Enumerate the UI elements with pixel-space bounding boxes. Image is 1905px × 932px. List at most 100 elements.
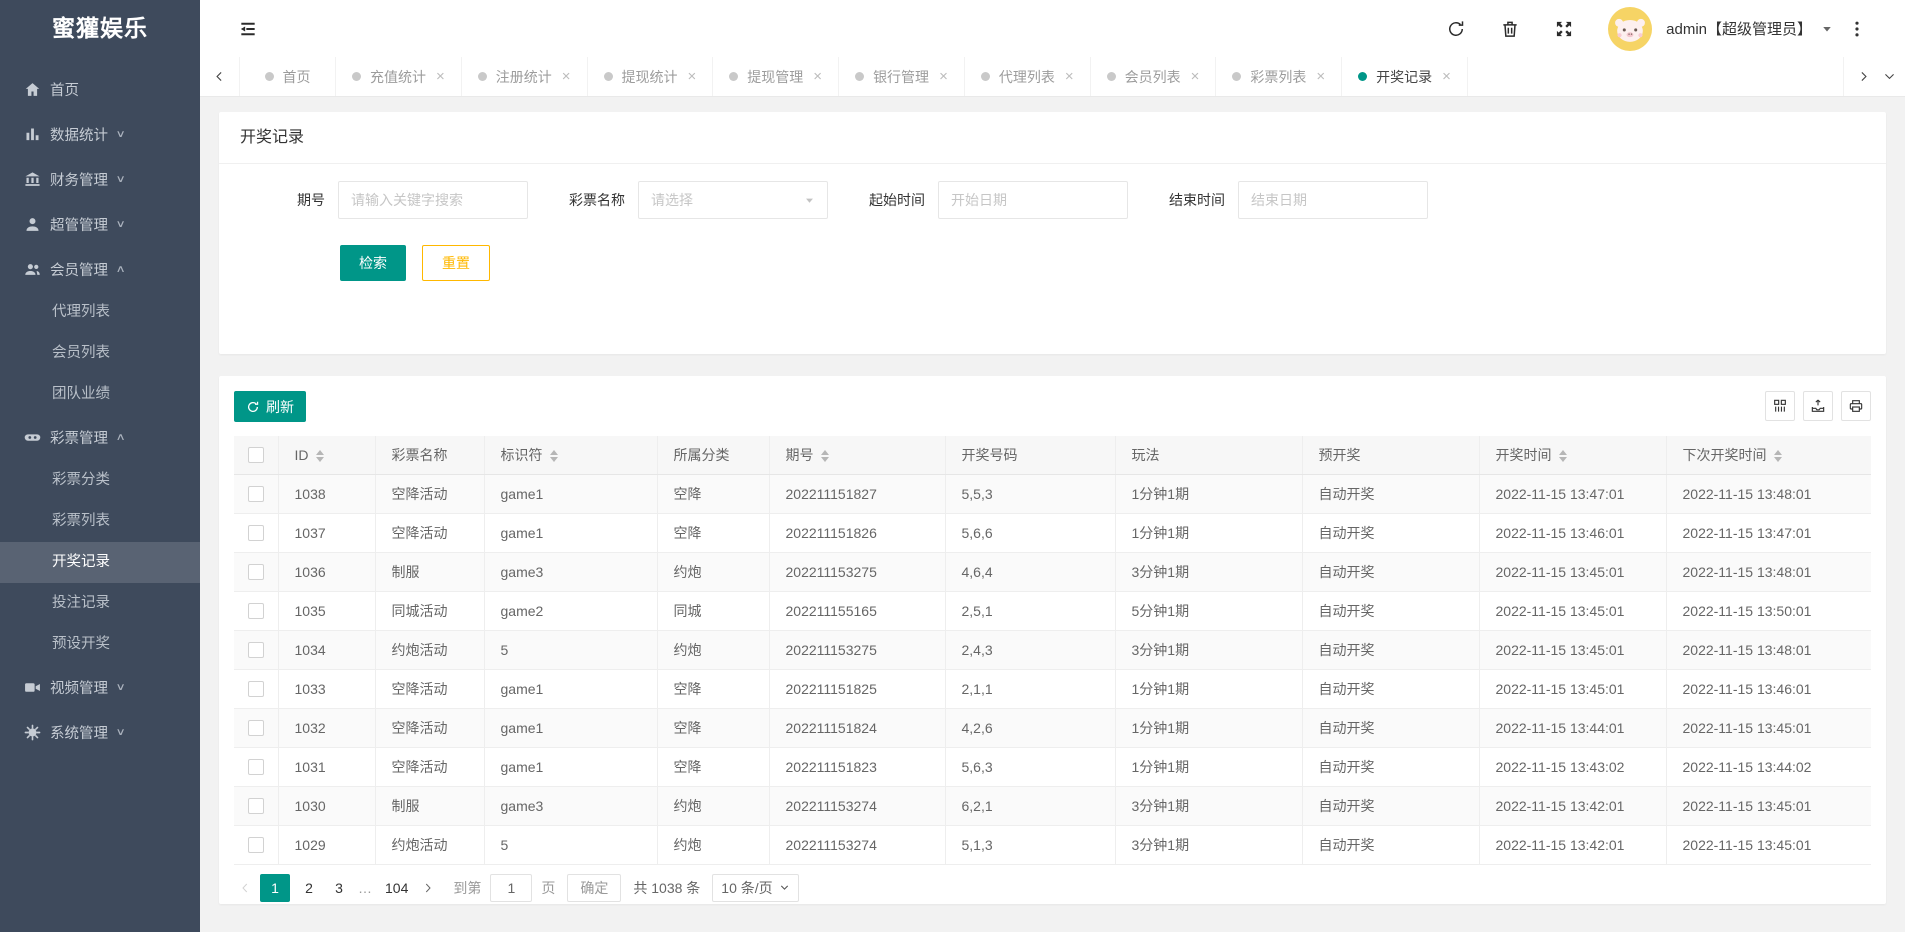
user-caret-down-icon[interactable] [1821,23,1833,35]
columns-filter-icon[interactable] [1765,391,1795,421]
table-cell: 1分钟1期 [1115,708,1302,747]
close-tab-icon[interactable]: × [813,69,822,84]
close-tab-icon[interactable]: × [688,69,697,84]
row-checkbox[interactable] [248,564,264,580]
tab[interactable]: 代理列表× [965,57,1091,96]
sidebar-subitem[interactable]: 投注记录 [0,583,200,624]
sort-icon[interactable] [1774,450,1782,462]
column-header-label: 开奖时间 [1496,447,1552,463]
sidebar-item-superadmin[interactable]: 超管管理∨ [0,202,200,247]
tabs-menu-chevron-down-icon[interactable] [1883,57,1905,96]
tab[interactable]: 提现管理× [713,57,839,96]
row-select-cell [234,513,278,552]
search-button[interactable]: 检索 [340,245,406,281]
tabs-scroll-right-icon[interactable] [1843,57,1883,96]
fullscreen-icon[interactable] [1554,19,1574,39]
pagination: 123…104 到第 1 页 确定 共 1038 条 10 条/页 [234,874,1871,902]
sidebar-subitem[interactable]: 彩票分类 [0,460,200,501]
page-number[interactable]: 1 [260,874,290,902]
per-page-value: 10 条/页 [721,878,772,898]
sidebar-item-lottery[interactable]: 彩票管理∧ [0,415,200,460]
table-row: 1033空降活动game1空降2022111518252,1,11分钟1期自动开… [234,669,1871,708]
tab[interactable]: 开奖记录× [1342,57,1468,96]
sidebar-subitem[interactable]: 预设开奖 [0,624,200,665]
close-tab-icon[interactable]: × [436,69,445,84]
goto-page-input[interactable]: 1 [490,874,532,902]
export-icon[interactable] [1803,391,1833,421]
table-cell: 2,5,1 [945,591,1115,630]
table-cell: 空降 [657,669,769,708]
sidebar-item-members[interactable]: 会员管理∧ [0,247,200,292]
sort-icon[interactable] [316,450,324,462]
row-checkbox[interactable] [248,603,264,619]
tab-status-dot [1358,72,1367,81]
field-label: 期号 [297,190,325,210]
sidebar-subitem[interactable]: 团队业绩 [0,374,200,415]
table-cell: 1037 [278,513,375,552]
page-number[interactable]: 104 [380,874,413,902]
sidebar-subitem[interactable]: 会员列表 [0,333,200,374]
column-header-label: 玩法 [1132,447,1160,463]
sidebar-subitem[interactable]: 彩票列表 [0,501,200,542]
table-cell: 同城 [657,591,769,630]
sidebar-item-video[interactable]: 视频管理∨ [0,665,200,710]
goto-confirm-button[interactable]: 确定 [567,874,621,902]
close-tab-icon[interactable]: × [1191,69,1200,84]
sidebar-subitem[interactable]: 开奖记录 [0,542,200,583]
close-tab-icon[interactable]: × [939,69,948,84]
tab-status-dot [981,72,990,81]
page-number[interactable]: 3 [328,874,350,902]
close-tab-icon[interactable]: × [1065,69,1074,84]
trash-icon[interactable] [1500,19,1520,39]
sidebar-item-finance[interactable]: 财务管理∨ [0,157,200,202]
page-prev-icon[interactable] [234,874,256,902]
chart-icon [24,126,41,143]
more-vertical-icon[interactable] [1847,19,1867,39]
issue-input[interactable]: 请输入关键字搜索 [338,181,528,219]
sidebar-collapse-icon[interactable] [238,19,258,39]
tab[interactable]: 注册统计× [462,57,588,96]
end-time-input[interactable]: 结束日期 [1238,181,1428,219]
table-cell: 同城活动 [375,591,484,630]
column-header: 开奖号码 [945,436,1115,474]
row-checkbox[interactable] [248,642,264,658]
sort-icon[interactable] [550,450,558,462]
tab[interactable]: 首页 [240,57,336,96]
row-checkbox[interactable] [248,525,264,541]
page-next-icon[interactable] [417,874,439,902]
tab[interactable]: 充值统计× [336,57,462,96]
per-page-select[interactable]: 10 条/页 [712,874,798,902]
sidebar-item-system[interactable]: 系统管理∨ [0,710,200,755]
row-checkbox[interactable] [248,798,264,814]
page-list: 123…104 [256,874,417,902]
sort-icon[interactable] [821,450,829,462]
row-checkbox[interactable] [248,837,264,853]
row-checkbox[interactable] [248,681,264,697]
lottery-select[interactable]: 请选择 [638,181,828,219]
print-icon[interactable] [1841,391,1871,421]
refresh-icon[interactable] [1446,19,1466,39]
tab[interactable]: 彩票列表× [1216,57,1342,96]
tabs-scroll-left-icon[interactable] [200,57,240,96]
row-checkbox[interactable] [248,720,264,736]
user-avatar[interactable] [1608,7,1652,51]
tab[interactable]: 会员列表× [1091,57,1217,96]
row-checkbox[interactable] [248,486,264,502]
sidebar-item-data-stats[interactable]: 数据统计∨ [0,112,200,157]
user-name[interactable]: admin【超级管理员】 [1666,18,1812,39]
select-all-checkbox[interactable] [248,447,264,463]
tab[interactable]: 提现统计× [588,57,714,96]
sidebar-subitem[interactable]: 代理列表 [0,292,200,333]
sort-icon[interactable] [1559,450,1567,462]
start-time-input[interactable]: 开始日期 [938,181,1128,219]
reset-button[interactable]: 重置 [422,245,490,281]
tab[interactable]: 银行管理× [839,57,965,96]
sidebar-item-label: 超管管理 [50,214,108,235]
close-tab-icon[interactable]: × [562,69,571,84]
close-tab-icon[interactable]: × [1442,69,1451,84]
sidebar-item-home[interactable]: 首页 [0,67,200,112]
close-tab-icon[interactable]: × [1316,69,1325,84]
row-checkbox[interactable] [248,759,264,775]
page-number[interactable]: 2 [298,874,320,902]
refresh-button[interactable]: 刷新 [234,391,306,422]
